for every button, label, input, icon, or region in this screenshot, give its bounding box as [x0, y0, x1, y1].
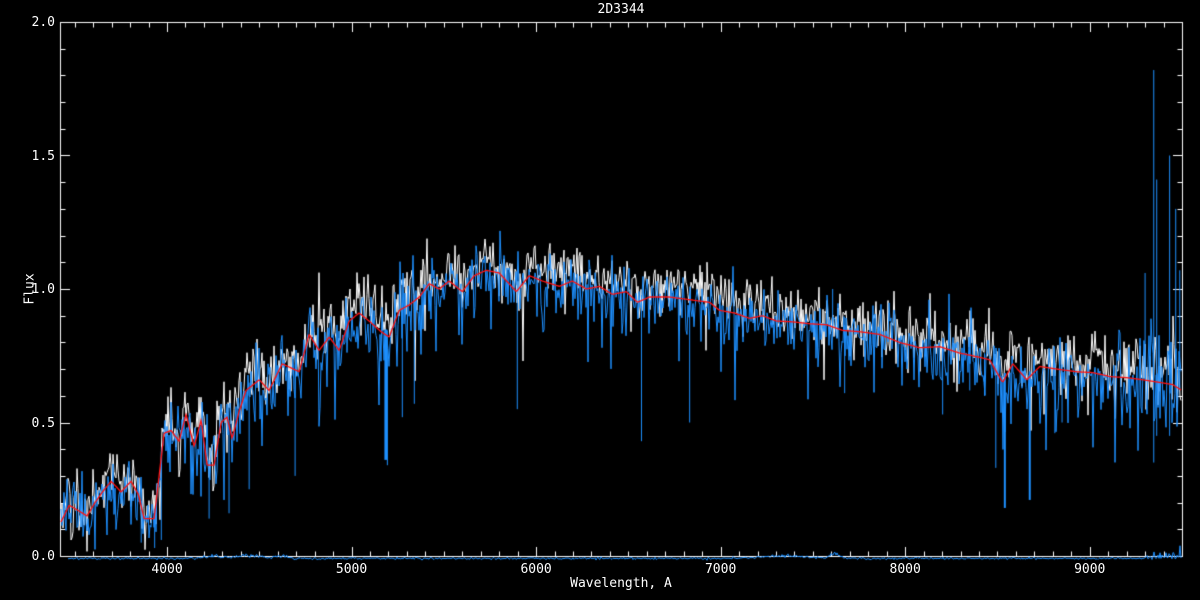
x-tick-label: 4000	[151, 562, 183, 577]
y-tick-label: 1.0	[31, 282, 55, 297]
x-axis-label: Wavelength, A	[570, 576, 672, 591]
x-tick-label: 5000	[335, 562, 368, 577]
y-tick-label: 0.0	[31, 549, 55, 564]
x-tick-label: 7000	[704, 562, 737, 577]
y-tick-label: 0.5	[31, 415, 55, 431]
plot-title: 2D3344	[597, 2, 645, 17]
x-tick-label: 8000	[889, 562, 921, 577]
y-tick-label: 1.5	[31, 148, 55, 164]
spectrum-canvas	[0, 0, 1200, 600]
x-tick-label: 9000	[1074, 562, 1106, 577]
spectrum-plot: 2D3344 Wavelength, A Flux 4000 5000 6000 70…	[0, 0, 1200, 600]
x-tick-label: 6000	[520, 562, 552, 577]
y-tick-label: 2.0	[31, 15, 55, 30]
